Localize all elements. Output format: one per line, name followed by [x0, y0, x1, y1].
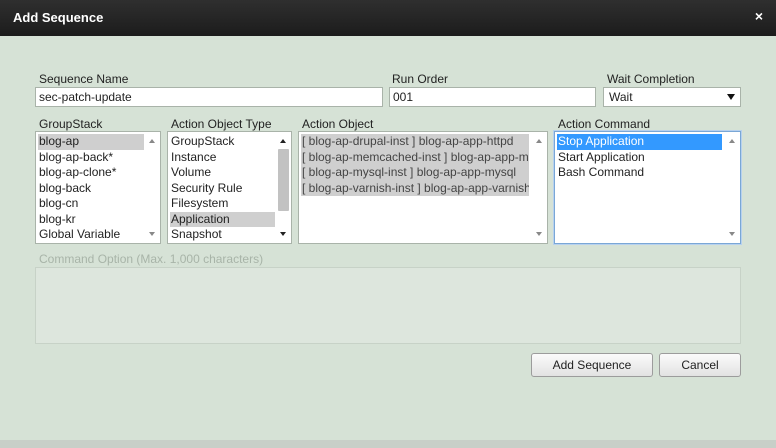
action-command-scrollbar[interactable] — [725, 132, 740, 243]
action-object-type-listbox[interactable]: GroupStack Instance Volume Security Rule… — [167, 131, 292, 244]
groupstack-item[interactable]: blog-ap-clone* — [38, 165, 144, 181]
dialog-bottom-edge — [0, 440, 776, 448]
scroll-up-icon[interactable] — [149, 139, 155, 143]
action-command-listbox[interactable]: Stop Application Start Application Bash … — [554, 131, 741, 244]
groupstack-item[interactable]: blog-back — [38, 181, 144, 197]
action-object-item[interactable]: [ blog-ap-drupal-inst ] blog-ap-app-http… — [301, 134, 529, 150]
scroll-down-icon[interactable] — [729, 232, 735, 236]
dialog-titlebar: Add Sequence × — [0, 0, 776, 36]
action-object-type-item[interactable]: Application — [170, 211, 275, 227]
groupstack-item[interactable]: blog-ap-back* — [38, 150, 144, 166]
scroll-thumb[interactable] — [278, 149, 289, 211]
dialog-title: Add Sequence — [13, 10, 104, 25]
sequence-name-label: Sequence Name — [39, 72, 129, 86]
close-icon[interactable]: × — [752, 9, 766, 23]
action-object-label: Action Object — [302, 117, 374, 131]
command-option-textarea[interactable] — [35, 267, 741, 344]
action-object-type-label: Action Object Type — [171, 117, 272, 131]
wait-completion-label: Wait Completion — [607, 72, 695, 86]
action-object-type-item[interactable]: Instance — [170, 150, 275, 166]
action-object-type-item[interactable]: Volume — [170, 165, 275, 181]
command-option-label: Command Option (Max. 1,000 characters) — [39, 252, 264, 266]
groupstack-scrollbar[interactable] — [145, 132, 160, 243]
groupstack-listbox[interactable]: blog-ap blog-ap-back* blog-ap-clone* blo… — [35, 131, 161, 244]
action-object-item[interactable]: [ blog-ap-mysql-inst ] blog-ap-app-mysql — [301, 165, 529, 181]
action-command-item[interactable]: Bash Command — [557, 165, 722, 181]
action-object-type-item[interactable]: GroupStack — [170, 134, 275, 150]
sequence-name-input[interactable] — [35, 87, 383, 107]
action-object-listbox[interactable]: [ blog-ap-drupal-inst ] blog-ap-app-http… — [298, 131, 548, 244]
cancel-button[interactable]: Cancel — [659, 353, 741, 377]
scroll-up-icon[interactable] — [536, 139, 542, 143]
scroll-up-icon[interactable] — [729, 139, 735, 143]
chevron-down-icon — [727, 94, 735, 100]
action-object-scrollbar[interactable] — [532, 132, 547, 243]
add-sequence-button[interactable]: Add Sequence — [531, 353, 653, 377]
groupstack-label: GroupStack — [39, 117, 103, 131]
groupstack-item[interactable]: blog-ap — [38, 134, 144, 150]
action-command-item[interactable]: Start Application — [557, 150, 722, 166]
action-object-type-item[interactable]: Filesystem — [170, 196, 275, 212]
scroll-up-icon[interactable] — [280, 139, 286, 143]
action-object-item[interactable]: [ blog-ap-varnish-inst ] blog-ap-app-var… — [301, 180, 529, 196]
groupstack-item[interactable]: Global Variable — [38, 227, 144, 243]
scroll-down-icon[interactable] — [280, 232, 286, 236]
action-command-item[interactable]: Stop Application — [557, 134, 722, 150]
action-command-label: Action Command — [558, 117, 651, 131]
wait-completion-value: Wait — [609, 90, 633, 104]
action-object-item[interactable]: [ blog-ap-memcached-inst ] blog-ap-app-m… — [301, 149, 529, 165]
run-order-label: Run Order — [392, 72, 449, 86]
action-object-type-item[interactable]: Snapshot — [170, 227, 275, 243]
scroll-down-icon[interactable] — [536, 232, 542, 236]
groupstack-item[interactable]: blog-cn — [38, 196, 144, 212]
run-order-input[interactable] — [389, 87, 596, 107]
action-object-type-scrollbar[interactable] — [276, 132, 291, 243]
action-object-type-item[interactable]: Security Rule — [170, 181, 275, 197]
wait-completion-select[interactable]: Wait — [603, 87, 741, 107]
scroll-down-icon[interactable] — [149, 232, 155, 236]
groupstack-item[interactable]: blog-kr — [38, 212, 144, 228]
